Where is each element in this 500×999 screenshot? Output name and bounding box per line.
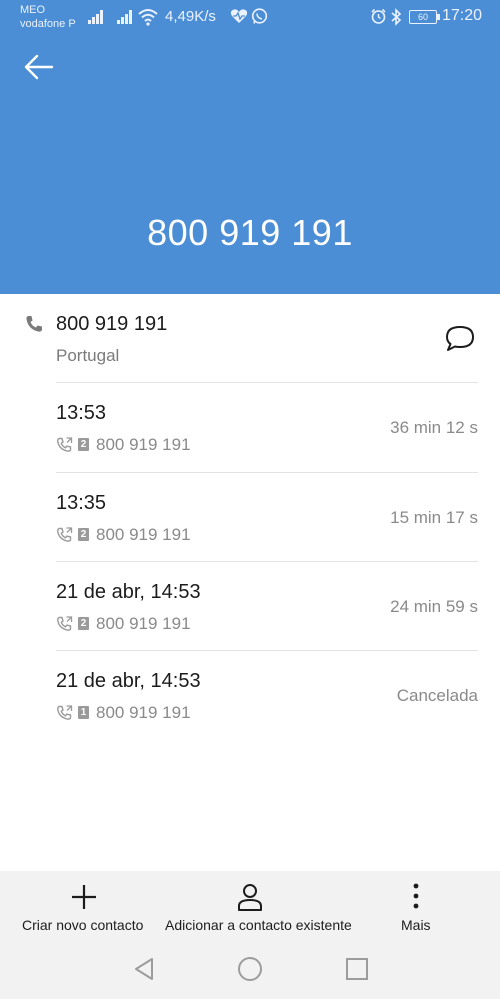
- action-bar: Criar novo contacto Adicionar a contacto…: [0, 871, 500, 999]
- health-icon: [230, 9, 248, 23]
- alarm-icon: [371, 8, 386, 24]
- call-duration: 15 min 17 s: [390, 508, 478, 527]
- call-outgoing-icon: [57, 437, 73, 452]
- wifi-icon: [138, 9, 158, 26]
- call-outgoing-icon: [57, 527, 73, 542]
- call-number: 800 919 191: [96, 703, 191, 722]
- signal-2-icon: [117, 10, 133, 24]
- divider: [56, 561, 478, 562]
- call-log-row[interactable]: 21 de abr, 14:53 1 800 919 191 Cancelada: [0, 670, 500, 758]
- call-status: Cancelada: [396, 686, 478, 705]
- battery-icon: 60: [409, 10, 440, 24]
- call-time: 21 de abr, 14:53: [56, 581, 201, 603]
- call-number: 800 919 191: [96, 435, 191, 454]
- sim-badge: 1: [78, 706, 89, 719]
- more-button[interactable]: Mais: [401, 917, 431, 933]
- bluetooth-icon: [391, 8, 402, 26]
- call-number: 800 919 191: [96, 614, 191, 633]
- sim-badge: 2: [78, 528, 89, 541]
- call-time: 21 de abr, 14:53: [56, 670, 201, 692]
- clock: 17:20: [442, 7, 483, 24]
- contact-country: Portugal: [56, 346, 120, 365]
- message-icon[interactable]: [444, 324, 476, 354]
- header-bar: MEO vodafone P 4,49K/s 60 17:20 800 919 …: [0, 0, 500, 294]
- call-time: 13:53: [56, 402, 107, 424]
- back-arrow-icon[interactable]: [22, 50, 56, 84]
- call-log-row[interactable]: 21 de abr, 14:53 2 800 919 191 24 min 59…: [0, 581, 500, 669]
- add-to-existing-button[interactable]: Adicionar a contacto existente: [165, 917, 352, 933]
- carrier-1: MEO: [20, 4, 46, 16]
- call-time: 13:35: [56, 492, 107, 514]
- call-number: 800 919 191: [96, 525, 191, 544]
- call-log-row[interactable]: 13:53 2 800 919 191 36 min 12 s: [0, 402, 500, 490]
- divider: [56, 650, 478, 651]
- person-icon[interactable]: [236, 882, 264, 912]
- sim-badge: 2: [78, 617, 89, 630]
- plus-icon[interactable]: [70, 883, 98, 911]
- contact-number[interactable]: 800 919 191: [56, 313, 167, 336]
- call-duration: 36 min 12 s: [390, 418, 478, 437]
- call-log-row[interactable]: 13:35 2 800 919 191 15 min 17 s: [0, 492, 500, 580]
- call-outgoing-icon: [57, 705, 73, 720]
- call-outgoing-icon: [57, 616, 73, 631]
- divider: [56, 472, 478, 473]
- create-contact-button[interactable]: Criar novo contacto: [22, 917, 143, 933]
- signal-1-icon: [88, 10, 104, 24]
- sim-badge: 2: [78, 438, 89, 451]
- whatsapp-icon: [251, 8, 268, 24]
- more-vertical-icon[interactable]: [411, 882, 421, 912]
- nav-recents-icon[interactable]: [346, 958, 368, 980]
- call-duration: 24 min 59 s: [390, 597, 478, 616]
- page-title: 800 919 191: [147, 212, 353, 253]
- nav-back-icon[interactable]: [133, 957, 155, 981]
- carrier-2: vodafone P: [20, 18, 76, 30]
- divider: [56, 382, 478, 383]
- phone-icon: [26, 316, 42, 332]
- nav-home-icon[interactable]: [238, 957, 262, 981]
- status-bar: MEO vodafone P 4,49K/s 60 17:20: [0, 0, 500, 36]
- net-speed: 4,49K/s: [165, 8, 216, 25]
